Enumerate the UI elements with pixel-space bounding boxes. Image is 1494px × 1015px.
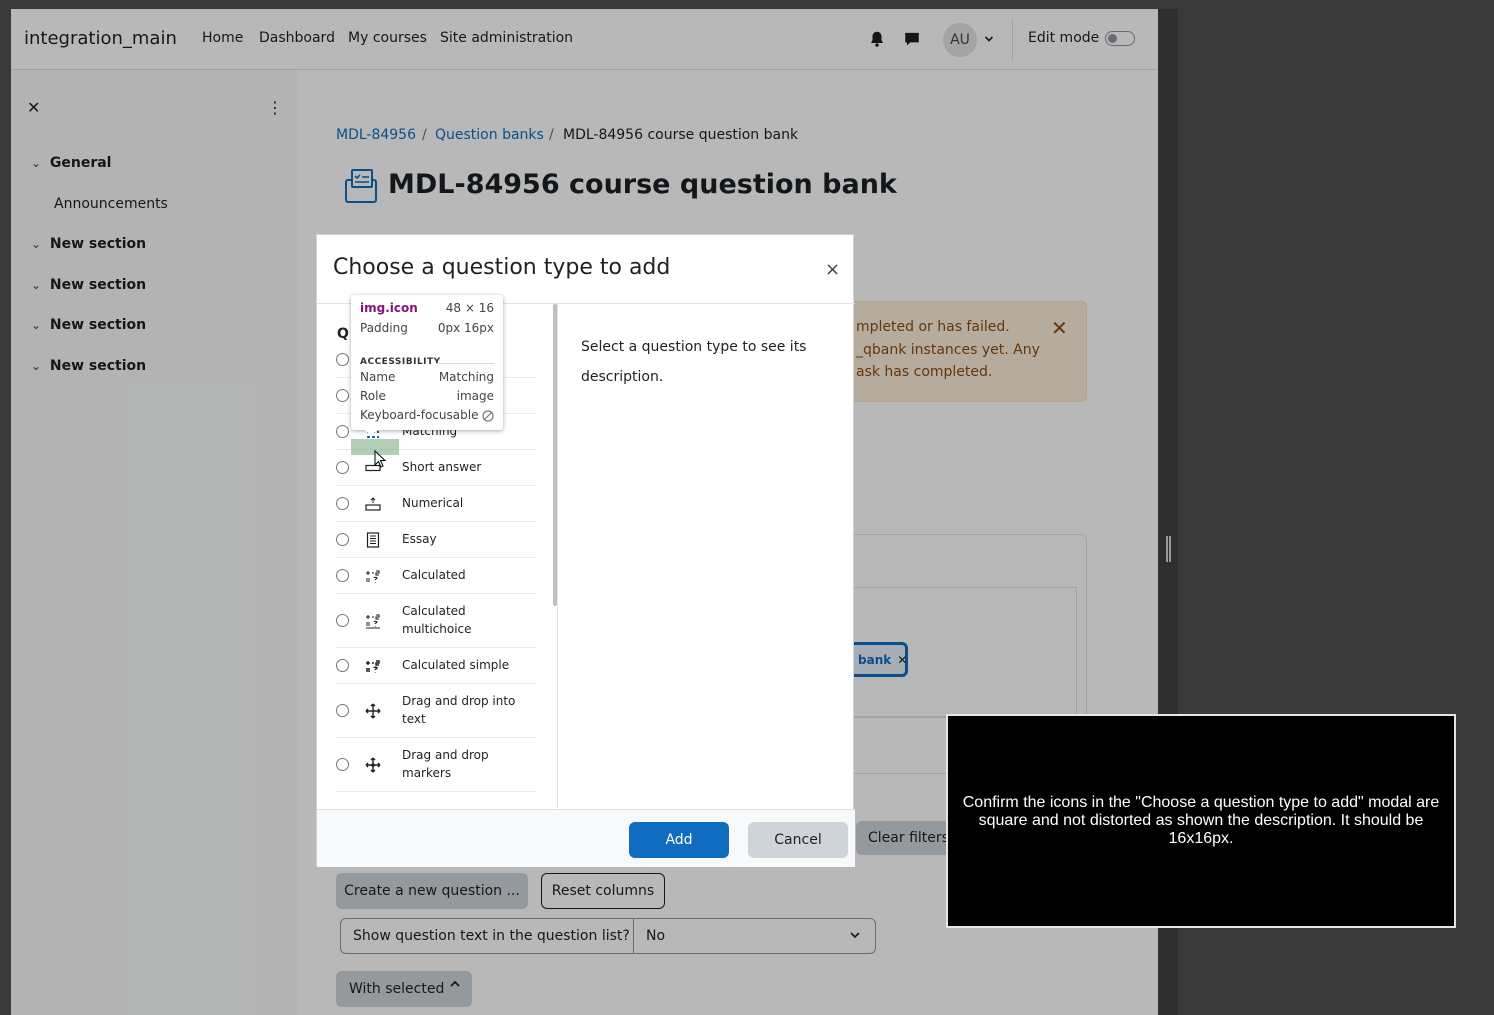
- tooltip-tag: img.icon: [360, 301, 418, 315]
- question-type-name: Drag and drop into text: [402, 694, 516, 726]
- add-button[interactable]: Add: [629, 822, 729, 858]
- radio-button[interactable]: [336, 425, 349, 438]
- question-type-numerical[interactable]: Numerical: [335, 486, 537, 522]
- question-type-calculated-multichoice[interactable]: Calculated multichoice: [335, 594, 537, 648]
- radio-button[interactable]: [336, 569, 349, 582]
- question-type-calculated-simple[interactable]: Calculated simple: [335, 648, 537, 684]
- radio-button[interactable]: [336, 533, 349, 546]
- not-allowed-icon: [482, 410, 494, 422]
- radio-button[interactable]: [336, 614, 349, 627]
- question-type-drag-drop-text[interactable]: Drag and drop into text: [335, 684, 537, 738]
- radio-button[interactable]: [336, 353, 349, 366]
- modal-title: Choose a question type to add: [333, 255, 671, 280]
- description-text: Select a question type to see its descri…: [581, 339, 807, 385]
- question-type-name: Calculated multichoice: [402, 604, 472, 636]
- question-type-name: Essay: [402, 532, 437, 546]
- tooltip-dimensions: 48 × 16: [445, 301, 494, 315]
- question-type-name: Numerical: [402, 496, 464, 510]
- radio-button[interactable]: [336, 758, 349, 771]
- tooltip-focusable-row: Keyboard-focusable: [360, 408, 494, 422]
- inspect-tooltip: img.icon 48 × 16 Padding 0px 16px ACCESSI…: [351, 295, 503, 436]
- calculated-simple-icon: [366, 660, 380, 673]
- radio-button[interactable]: [336, 659, 349, 672]
- modal-close-icon[interactable]: ×: [825, 259, 840, 280]
- question-type-calculated[interactable]: Calculated: [335, 558, 537, 594]
- essay-icon: [366, 532, 380, 548]
- modal-footer: Add Cancel: [317, 809, 855, 867]
- radio-button[interactable]: [336, 704, 349, 717]
- question-type-name: Calculated simple: [402, 658, 510, 672]
- radio-button[interactable]: [336, 389, 349, 402]
- radio-button[interactable]: [336, 497, 349, 510]
- drag-drop-markers-icon: [365, 757, 381, 773]
- question-type-name: Calculated: [402, 568, 466, 582]
- question-type-name: Drag and drop markers: [402, 748, 489, 780]
- calculated-icon: [366, 570, 380, 583]
- question-type-essay[interactable]: Essay: [335, 522, 537, 558]
- tooltip-role-row: Role image: [360, 389, 494, 403]
- calculated-multichoice-icon: [366, 614, 380, 629]
- test-instruction-overlay: Confirm the icons in the "Choose a quest…: [946, 714, 1456, 928]
- numerical-icon: [365, 497, 381, 511]
- question-type-name: Short answer: [402, 460, 482, 474]
- drag-drop-text-icon: [365, 703, 381, 719]
- question-type-short-answer[interactable]: Short answer: [335, 450, 537, 486]
- tooltip-divider: [436, 363, 494, 364]
- radio-button[interactable]: [336, 461, 349, 474]
- cancel-button[interactable]: Cancel: [748, 822, 848, 858]
- question-type-description-panel: Select a question type to see its descri…: [557, 304, 855, 809]
- resize-handle[interactable]: [1166, 536, 1171, 562]
- tooltip-name-row: Name Matching: [360, 370, 494, 384]
- question-list-heading: Q: [337, 326, 349, 342]
- mouse-cursor-icon: [374, 450, 386, 468]
- tooltip-accessibility-heading: ACCESSIBILITY: [360, 357, 441, 367]
- question-type-drag-drop-markers[interactable]: Drag and drop markers: [335, 738, 537, 792]
- tooltip-padding-row: Padding 0px 16px: [360, 321, 494, 335]
